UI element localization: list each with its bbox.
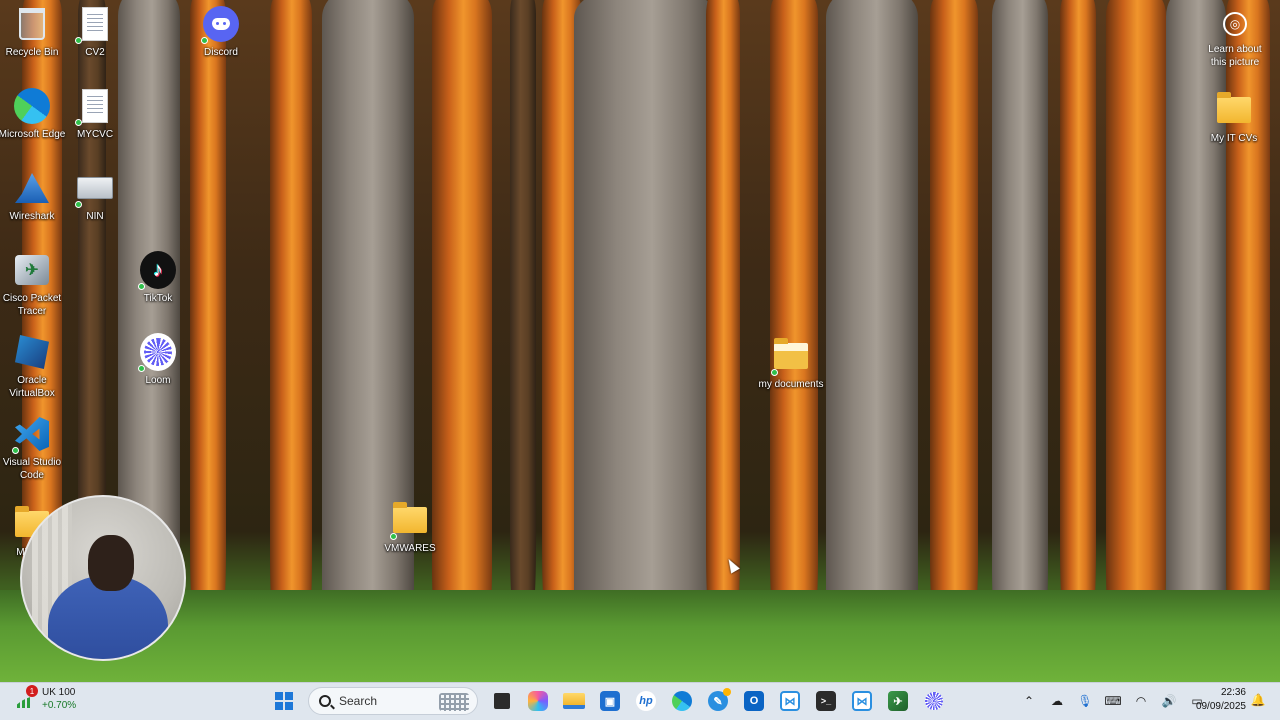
cisco-packet-tracer-icon: ✈: [15, 255, 49, 285]
recycle-bin-icon: [19, 8, 45, 40]
desktop-icon-vscode[interactable]: Visual Studio Code: [0, 416, 64, 482]
keyboard-icon[interactable]: ⌨: [1100, 686, 1126, 716]
taskbar-file-explorer-dark[interactable]: [486, 685, 518, 717]
desktop-icon-my-documents[interactable]: my documents: [758, 338, 824, 391]
file-explorer-icon: [494, 693, 510, 709]
search-placeholder: Search: [339, 694, 378, 708]
taskbar-store[interactable]: ▣: [594, 685, 626, 717]
taskbar-visual-studio[interactable]: ⋈: [774, 685, 806, 717]
wireshark-icon: [15, 173, 49, 203]
notification-bell-icon[interactable]: 🔔: [1248, 690, 1268, 710]
taskbar-loom[interactable]: [918, 685, 950, 717]
onedrive-icon[interactable]: ☁: [1044, 686, 1070, 716]
camera-icon: ◎: [1223, 12, 1247, 36]
outlook-icon: O: [744, 691, 764, 711]
document-icon: [82, 7, 108, 41]
volume-icon[interactable]: 🔊: [1156, 686, 1182, 716]
desktop-icon-virtualbox[interactable]: Oracle VirtualBox: [0, 334, 64, 400]
desktop-icon-vmwares[interactable]: VMWARES: [378, 502, 442, 555]
start-button[interactable]: [268, 685, 300, 717]
microphone-icon[interactable]: 🎙: [1072, 686, 1098, 716]
stock-widget-title: UK 100: [42, 687, 76, 698]
folder-icon: [774, 338, 808, 369]
desktop-icon-label: Oracle VirtualBox: [9, 375, 55, 399]
desktop-icon-wireshark[interactable]: Wireshark: [0, 170, 64, 223]
notification-badge: 1: [26, 685, 38, 697]
desktop-icon-nin[interactable]: NIN: [63, 170, 127, 223]
taskbar-edge[interactable]: [666, 685, 698, 717]
document-icon: [77, 177, 113, 199]
desktop-icon-label: CV2: [85, 47, 105, 58]
taskbar-whiteboard[interactable]: ✎: [702, 685, 734, 717]
desktop-icon-recycle-bin[interactable]: Recycle Bin: [0, 6, 64, 59]
clock-date: 09/09/2025: [1195, 701, 1246, 712]
edge-icon: [672, 691, 692, 711]
desktop-icon-discord[interactable]: Discord: [189, 6, 253, 59]
desktop-icon-label: NIN: [86, 211, 104, 222]
search-icon: [319, 695, 331, 707]
virtualbox-icon: [15, 335, 49, 369]
chevron-up-icon[interactable]: ⌃: [1016, 686, 1042, 716]
wifi-icon[interactable]: ◠: [1128, 686, 1154, 716]
loom-icon: [140, 333, 176, 371]
taskbar-terminal[interactable]: >_: [810, 685, 842, 717]
copilot-icon: [528, 691, 548, 711]
vscode-icon: [15, 417, 49, 451]
folder-icon: [393, 502, 427, 533]
desktop-icon-label: Cisco Packet Tracer: [2, 293, 62, 317]
system-tray: ⌃ ☁ 🎙 ⌨ ◠ 🔊 ▭: [1016, 684, 1210, 718]
taskbar-apps: Search ▣ hp ✎ O ⋈ >_ ⋈ ✈: [268, 684, 950, 718]
desktop-icon-label: MYCVC: [76, 129, 114, 140]
hp-icon: hp: [636, 691, 656, 711]
learn-about-picture-label: Learn about this picture: [1208, 44, 1262, 68]
webcam-overlay[interactable]: [20, 495, 186, 661]
learn-about-picture[interactable]: ◎ Learn about this picture: [1204, 12, 1266, 69]
taskbar-outlook[interactable]: O: [738, 685, 770, 717]
desktop-icon-loom[interactable]: Loom: [126, 333, 190, 387]
desktop-icon-edge[interactable]: Microsoft Edge: [0, 88, 65, 141]
stock-widget[interactable]: 1 UK 100 +0.70%: [14, 685, 77, 712]
folder-icon: [563, 693, 585, 709]
windows-icon: [275, 692, 293, 710]
discord-icon: [203, 6, 239, 42]
desktop-wallpaper: [0, 0, 1280, 682]
packet-tracer-icon: ✈: [888, 691, 908, 711]
edge-icon: [14, 88, 50, 124]
desktop-icon-label: My IT CVs: [1210, 133, 1258, 144]
vs-icon: ⋈: [780, 691, 800, 711]
taskbar-search[interactable]: Search: [308, 687, 478, 715]
stock-chart-icon: 1: [14, 685, 38, 710]
folder-icon: [1217, 92, 1251, 123]
taskbar-file-explorer[interactable]: [558, 685, 590, 717]
terminal-icon: >_: [816, 691, 836, 711]
desktop-icon-tiktok[interactable]: ♪ TikTok: [126, 251, 190, 305]
desktop-icon-mycvc[interactable]: MYCVC: [63, 88, 127, 141]
desktop-icon-label: Visual Studio Code: [2, 457, 62, 481]
clock-time: 22:36: [1220, 687, 1246, 698]
stock-widget-change: +0.70%: [42, 700, 77, 711]
search-highlight-icon: [439, 693, 469, 711]
desktop-icon-label: Discord: [204, 47, 238, 58]
taskbar-packet-tracer[interactable]: ✈: [882, 685, 914, 717]
taskbar-clock[interactable]: 22:36 09/09/2025: [1186, 686, 1246, 714]
pen-icon: ✎: [708, 688, 731, 711]
taskbar-copilot[interactable]: [522, 685, 554, 717]
document-icon: [82, 89, 108, 123]
taskbar-visual-studio-2[interactable]: ⋈: [846, 685, 878, 717]
tiktok-icon: ♪: [140, 251, 176, 289]
loom-icon: [925, 692, 943, 710]
desktop-icon-label: VMWARES: [384, 543, 436, 554]
vs-icon: ⋈: [852, 691, 872, 711]
desktop-icon-label: my documents: [758, 379, 824, 390]
taskbar-hp[interactable]: hp: [630, 685, 662, 717]
desktop-icon-my-it-cvs[interactable]: My IT CVs: [1202, 92, 1266, 145]
desktop-icon-label: Loom: [145, 375, 171, 386]
desktop-icon-label: TikTok: [143, 293, 173, 304]
store-icon: ▣: [600, 691, 620, 711]
desktop-icon-cv2[interactable]: CV2: [63, 6, 127, 59]
desktop-icon-cisco-packet-tracer[interactable]: ✈ Cisco Packet Tracer: [0, 252, 64, 318]
